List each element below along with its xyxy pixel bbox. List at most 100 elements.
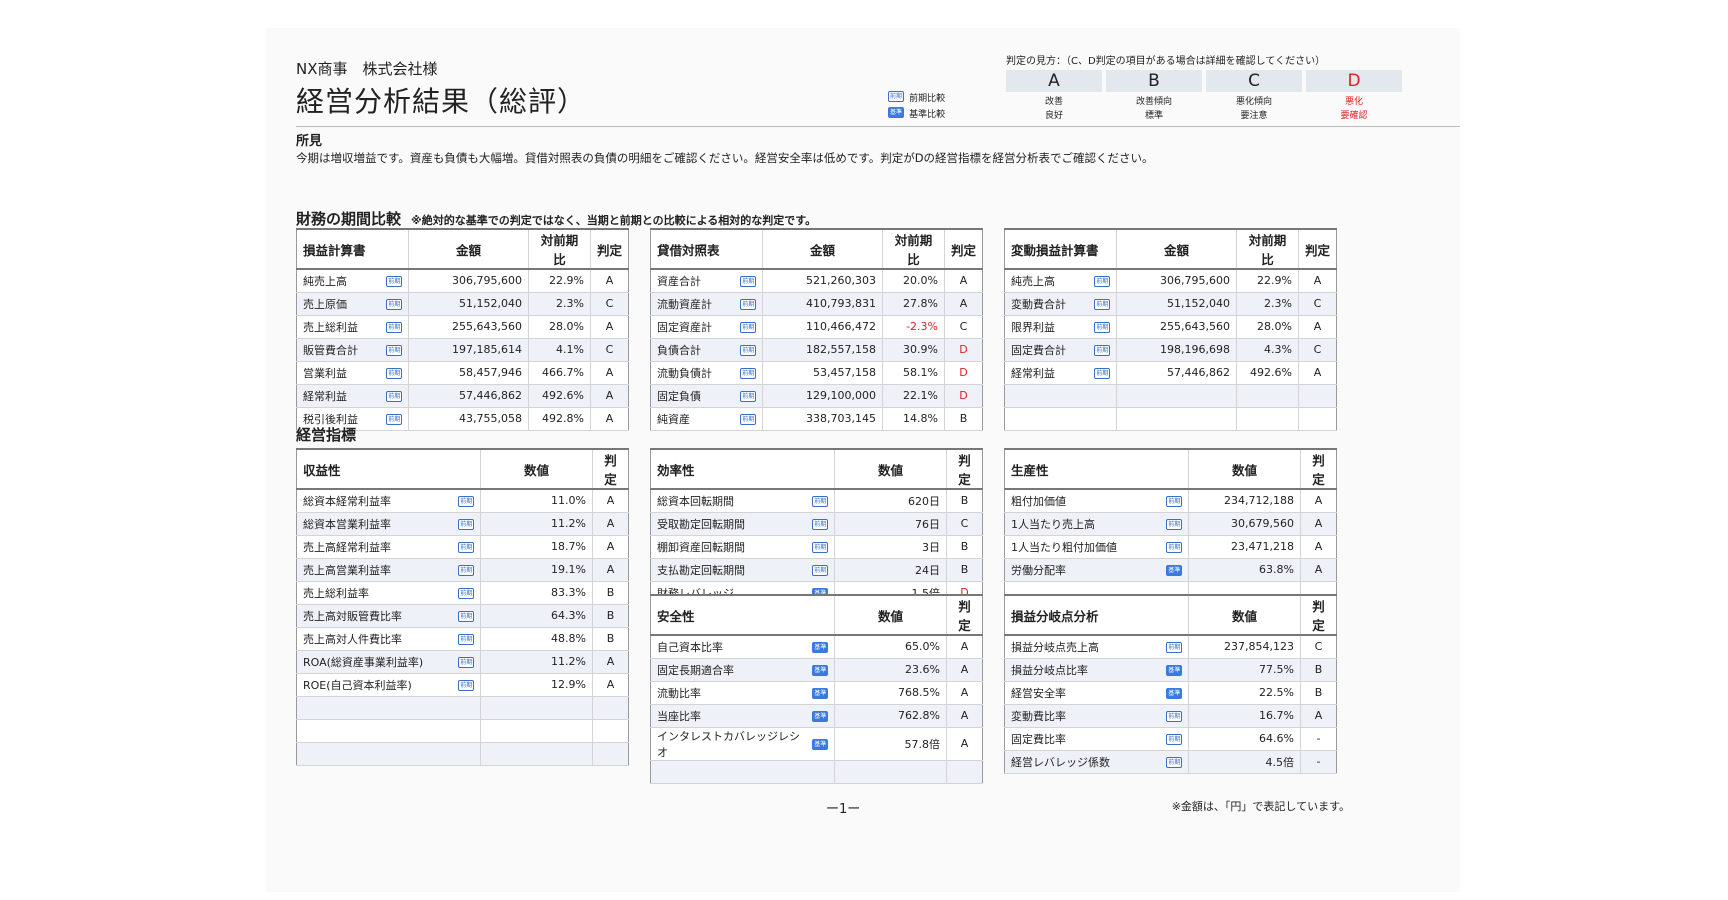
prev-badge-icon: 前期: [1166, 518, 1183, 530]
prev-badge-icon: 前期: [458, 564, 475, 576]
grade-legend-B: B: [1106, 70, 1202, 92]
period-section-title: 財務の期間比較: [296, 210, 402, 228]
value-cell: 24日: [834, 558, 947, 582]
ratio-cell: 58.1%: [882, 361, 945, 385]
badge-cell: 前期: [1088, 315, 1117, 339]
table-row: 純売上高 前期 306,795,600 22.9% A: [296, 269, 629, 293]
row-label: 棚卸資産回転期間: [650, 535, 807, 559]
std-badge-icon: 基準: [1166, 564, 1183, 576]
value-cell: 22.5%: [1188, 681, 1301, 705]
badge-cell: 前期: [806, 512, 835, 536]
std-badge-icon: 基準: [1166, 664, 1183, 676]
row-label: 当座比率: [650, 704, 807, 728]
value-cell: 11.0%: [480, 489, 593, 513]
grade-legend-A: A: [1006, 70, 1102, 92]
ratio-cell: 22.1%: [882, 384, 945, 408]
empty-cell: [480, 719, 593, 743]
empty-cell: [592, 719, 629, 743]
badge-cell: 基準: [806, 635, 835, 659]
row-label: 売上高対販管費比率: [296, 604, 453, 628]
grade-legend-C: C: [1206, 70, 1302, 92]
badge-cell: 前期: [1160, 489, 1189, 513]
row-label: 1人当たり粗付加価値: [1004, 535, 1161, 559]
legend-key: 前期 前期比較 基準 基準比較: [888, 86, 1000, 120]
column-header: 変動損益計算書: [1004, 228, 1117, 270]
badge-cell: 前期: [1160, 512, 1189, 536]
amount-cell: 255,643,560: [408, 315, 529, 339]
badge-cell: 前期: [734, 384, 763, 408]
empty-cell: [1004, 407, 1089, 431]
badge-cell: 前期: [1160, 635, 1189, 659]
row-label: 固定費合計: [1004, 338, 1089, 362]
table-header: 収益性 数値 判定: [296, 448, 629, 490]
badge-cell: 前期: [380, 292, 409, 316]
amount-cell: 338,703,145: [762, 407, 883, 431]
grade-cell: C: [590, 338, 629, 362]
ratio-cell: 466.7%: [528, 361, 591, 385]
row-label: 総資本回転期間: [650, 489, 807, 513]
prev-badge-icon: 前期: [1094, 321, 1111, 333]
column-header: 判定: [592, 448, 629, 490]
table-row: 売上高営業利益率 前期 19.1% A: [296, 558, 629, 582]
empty-cell: [1236, 384, 1299, 408]
table-row: 支払勘定回転期間 前期 24日 B: [650, 558, 983, 582]
grade-cell: A: [944, 269, 983, 293]
prev-badge-icon: 前期: [888, 91, 904, 102]
row-label: 粗付加価値: [1004, 489, 1161, 513]
grade-cell: C: [1298, 338, 1337, 362]
row-label: 売上高対人件費比率: [296, 627, 453, 651]
grade-cell: B: [946, 489, 983, 513]
table-row: 総資本経常利益率 前期 11.0% A: [296, 489, 629, 513]
table-row: 損益分岐点売上高 前期 237,854,123 C: [1004, 635, 1337, 659]
table-row: [650, 760, 983, 784]
row-label: ROA(総資産事業利益率): [296, 650, 453, 674]
breakeven-table: 損益分岐点分析 数値 判定 損益分岐点売上高 前期 237,854,123 C 損益分岐点比率…: [1004, 594, 1337, 774]
badge-cell: 前期: [806, 535, 835, 559]
grade-cell: -: [1300, 727, 1337, 751]
column-header: 対前期比: [882, 228, 945, 270]
row-label: 1人当たり売上高: [1004, 512, 1161, 536]
value-cell: 3日: [834, 535, 947, 559]
table-row: 純資産 前期 338,703,145 14.8% B: [650, 407, 983, 431]
value-cell: 64.3%: [480, 604, 593, 628]
table-row: 経営レバレッジ係数 前期 4.5倍 -: [1004, 750, 1337, 774]
grade-cell: A: [1300, 558, 1337, 582]
empty-cell: [452, 719, 481, 743]
grade-std-meaning: 要確認: [1340, 111, 1368, 121]
amount-cell: 43,755,058: [408, 407, 529, 431]
table-row: 自己資本比率 基準 65.0% A: [650, 635, 983, 659]
column-header: 判定: [946, 448, 983, 490]
value-cell: 620日: [834, 489, 947, 513]
empty-cell: [1116, 384, 1237, 408]
table-row: 売上高対販管費比率 前期 64.3% B: [296, 604, 629, 628]
grade-cell: A: [946, 681, 983, 705]
prev-badge-icon: 前期: [812, 518, 829, 530]
prev-badge-icon: 前期: [740, 321, 757, 333]
findings-text: 今期は増収増益です。資産も負債も大幅増。貸借対照表の負債の明細をご確認ください。…: [296, 151, 1154, 165]
prev-badge-icon: 前期: [386, 390, 403, 402]
prev-badge-icon: 前期: [458, 495, 475, 507]
prev-badge-icon: 前期: [812, 495, 829, 507]
prev-badge-icon: 前期: [1166, 641, 1183, 653]
std-badge-icon: 基準: [812, 664, 829, 676]
value-cell: 12.9%: [480, 673, 593, 697]
empty-cell: [1298, 384, 1337, 408]
efficiency-table: 効率性 数値 判定 総資本回転期間 前期 620日 B 受取勘定回転期間 前期 76日 C 棚卸資産回…: [650, 448, 983, 605]
empty-cell: [1236, 407, 1299, 431]
grade-cell: A: [592, 489, 629, 513]
column-header: 効率性: [650, 448, 835, 490]
prev-badge-icon: 前期: [386, 298, 403, 310]
grade-cell: A: [590, 407, 629, 431]
grade-cell: A: [1298, 315, 1337, 339]
table-header: 生産性 数値 判定: [1004, 448, 1337, 490]
value-cell: 23.6%: [834, 658, 947, 682]
amount-cell: 58,457,946: [408, 361, 529, 385]
safety-table: 安全性 数値 判定 自己資本比率 基準 65.0% A 固定長期適合率 基準 23.6% A 流動比率…: [650, 594, 983, 784]
grade-std-meaning: 良好: [1044, 111, 1063, 121]
badge-cell: 前期: [452, 489, 481, 513]
prev-badge-icon: 前期: [1166, 733, 1183, 745]
empty-cell: [834, 760, 947, 784]
grade-cell: A: [944, 292, 983, 316]
empty-cell: [296, 696, 453, 720]
prev-badge-icon: 前期: [1166, 541, 1183, 553]
